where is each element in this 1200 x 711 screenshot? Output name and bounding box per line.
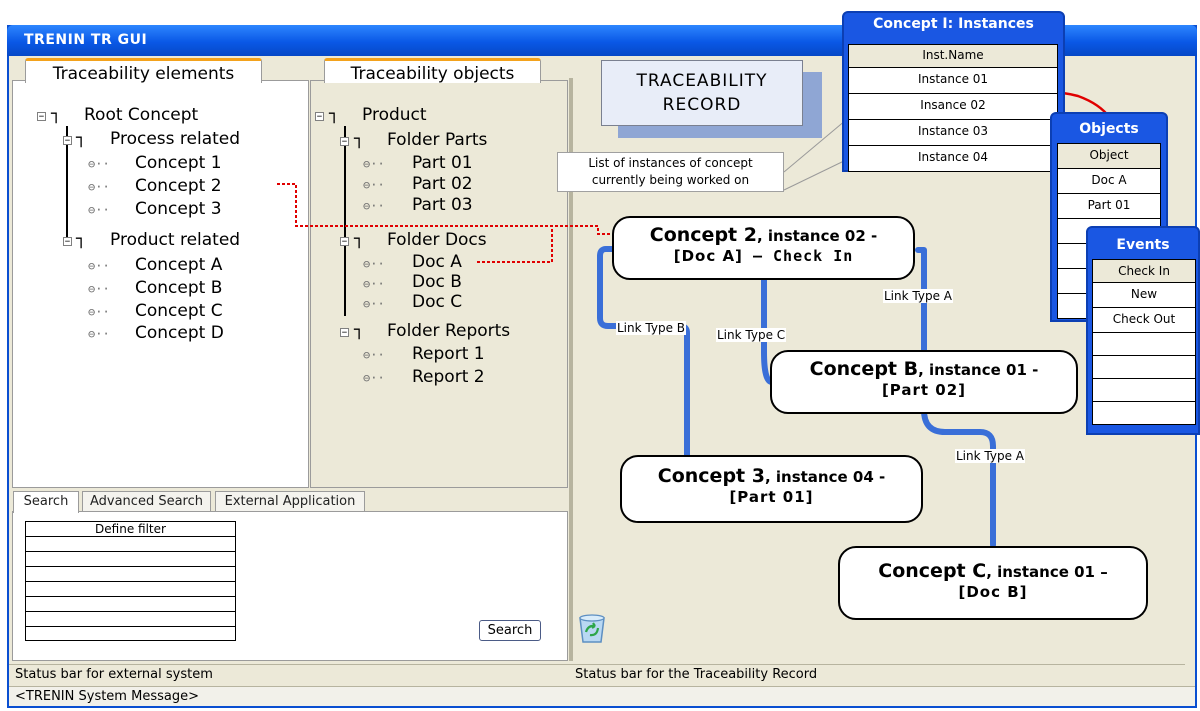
event-row-empty[interactable] [1092,402,1196,425]
node-instance: , instance 04 - [764,468,886,486]
object-row-2[interactable]: Part 01 [1057,194,1161,219]
node-concept-name: Concept C [878,560,987,582]
node-instance: , instance 01 - [918,361,1039,379]
instance-row-2[interactable]: Insance 02 [848,94,1058,120]
record-node-concept-3[interactable]: Concept 3, instance 04 - [Part 01] [620,455,923,523]
node-object: [Part 01] [729,488,814,506]
events-window-title: Events [1116,237,1170,253]
link-label-a2: Link Type A [955,449,1025,463]
instance-row-3[interactable]: Instance 03 [848,120,1058,146]
link-label-b: Link Type B [616,321,686,335]
objects-header: Object [1057,143,1161,169]
instances-header: Inst.Name [848,44,1058,68]
objects-window-title: Objects [1079,121,1139,137]
event-row-3[interactable]: Check Out [1092,308,1196,333]
callout-line1: List of instances of concept [588,156,753,170]
node-object: [Part 02] [881,381,967,399]
doc-link-dotted [477,226,553,263]
node-instance: , instance 02 - [756,227,878,245]
node-concept-name: Concept B [809,358,919,380]
node-concept-name: Concept 3 [657,465,765,487]
event-row-empty[interactable] [1092,379,1196,402]
link-label-c: Link Type C [716,328,787,342]
record-node-concept-2[interactable]: Concept 2, instance 02 - [Doc A] – Check… [612,216,915,280]
object-row-1[interactable]: Doc A [1057,169,1161,194]
record-node-concept-c[interactable]: Concept C, instance 01 – [Doc B] [838,546,1148,620]
node-object: [Doc A] [673,247,743,265]
event-row-1[interactable]: Check In [1092,259,1196,283]
instances-callout: List of instances of concept currently b… [557,152,784,192]
event-row-2[interactable]: New [1092,283,1196,308]
link-label-a1: Link Type A [883,289,953,303]
instance-row-4[interactable]: Instance 04 [848,146,1058,172]
node-event: – Check In [742,247,854,265]
node-instance: , instance 01 – [986,563,1108,581]
events-table[interactable]: Check In New Check Out [1092,259,1196,425]
recycle-bin-icon[interactable] [574,610,610,646]
instance-row-1[interactable]: Instance 01 [848,68,1058,94]
instances-window-title: Concept I: Instances [873,16,1034,32]
instances-table[interactable]: Inst.Name Instance 01 Insance 02 Instanc… [848,44,1058,172]
node-object: [Doc B] [958,583,1028,601]
event-row-empty[interactable] [1092,333,1196,356]
event-row-empty[interactable] [1092,356,1196,379]
record-node-concept-b[interactable]: Concept B, instance 01 - [Part 02] [770,350,1078,414]
callout-line2: currently being worked on [591,173,750,187]
node-concept-name: Concept 2 [649,224,757,246]
